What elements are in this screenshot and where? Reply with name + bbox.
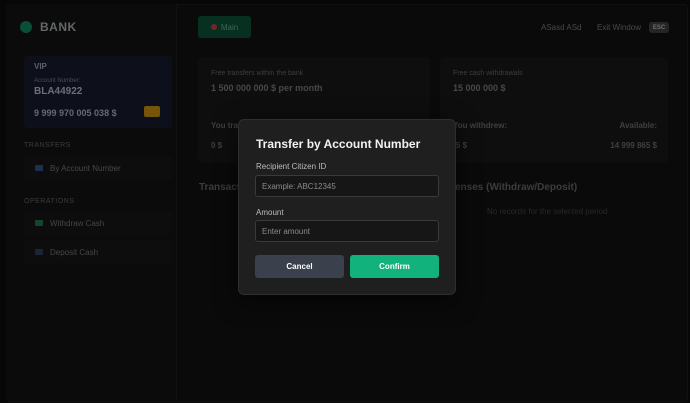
recipient-id-input[interactable] [255, 175, 439, 197]
cancel-button[interactable]: Cancel [255, 255, 344, 278]
amount-input[interactable] [255, 220, 439, 242]
modal-title: Transfer by Account Number [256, 137, 421, 151]
confirm-button[interactable]: Confirm [350, 255, 439, 278]
recipient-label: Recipient Citizen ID [256, 162, 327, 171]
amount-label: Amount [256, 208, 284, 217]
transfer-modal: Transfer by Account Number Recipient Cit… [238, 119, 456, 295]
